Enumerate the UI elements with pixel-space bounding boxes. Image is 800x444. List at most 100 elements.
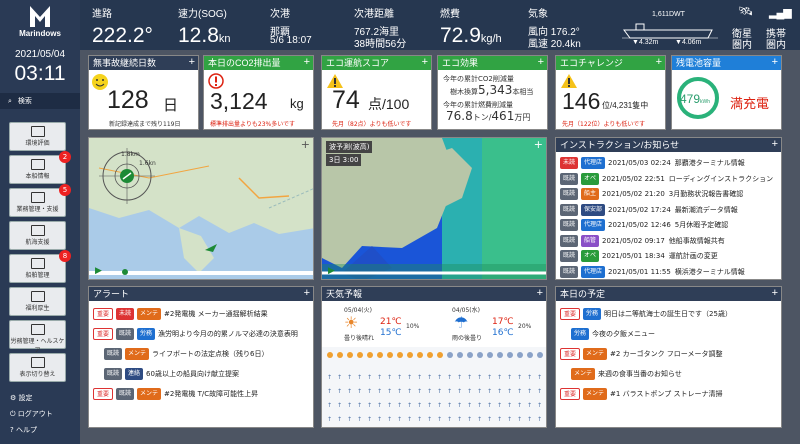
schedule-row[interactable]: 重要 メンテ #1 バラストポンプ ストレーナ清掃	[560, 387, 722, 402]
card-title: 天気予報	[326, 289, 363, 299]
yen-unit: 万円	[514, 113, 531, 122]
satellite-status: 🛰 衛星 圏内	[730, 0, 760, 51]
card-eco-effect[interactable]: エコ効果 + 今年の累計CO2削減量 樹木換算5,343本相当 今年の累計燃費削減…	[437, 55, 548, 130]
distance-label: 次港距離	[354, 9, 394, 20]
plus-icon[interactable]: +	[772, 287, 778, 300]
card-schedule[interactable]: 本日の予定 + 重要 労務 明日は二等航海士の誕生日です（25歳） 労務 今夜の夕飯メニュ…	[555, 286, 782, 428]
wind-arrow-icon: ↑	[427, 374, 432, 381]
menu-ship-management[interactable]: 船舶管理 8	[9, 250, 71, 283]
play-icon[interactable]: ▶	[95, 266, 102, 276]
menu-work-management[interactable]: 業務管理・支援 5	[9, 184, 71, 217]
next-port-eta: 5/6 18:07	[270, 35, 312, 46]
tag-badge: オペ	[581, 172, 600, 185]
current-time: 03:11	[14, 62, 66, 85]
battery-number: 479	[680, 92, 701, 106]
plus-icon[interactable]: +	[304, 287, 310, 300]
hourly-weather-icon	[487, 352, 493, 358]
hourly-weather-icon	[397, 352, 403, 358]
plus-icon[interactable]: +	[772, 138, 778, 151]
wind-arrow-icon: ↑	[337, 374, 342, 381]
tag-badge: メンテ	[125, 348, 150, 360]
menu-display-switch[interactable]: 表示切り替え	[9, 353, 66, 382]
menu-welfare[interactable]: 福利厚生	[9, 287, 66, 316]
wind-arrow-icon: ↑	[377, 374, 382, 381]
hourly-weather-icon	[447, 352, 453, 358]
hourly-weather-icon	[457, 352, 463, 358]
wind-arrow-icon: ↑	[357, 416, 362, 423]
card-no-accident[interactable]: 無事故継続日数 + 128 日 新記録達成まで残り119日	[88, 55, 199, 130]
course-label: 進路	[92, 9, 112, 20]
plus-icon[interactable]: +	[301, 138, 310, 151]
wind-arrow-icon: ↑	[327, 416, 332, 423]
settings-link[interactable]: ⚙ 設定	[10, 393, 33, 403]
logout-link[interactable]: ⏻ ログアウト	[10, 409, 53, 419]
card-co2[interactable]: 本日のCO2排出量 + 3,124 kg 標準排出量よりも23%多いです	[203, 55, 314, 130]
wind-arrow-icon: ↑	[517, 388, 522, 395]
plus-icon[interactable]: +	[538, 56, 544, 69]
notice-row[interactable]: 既読 代理店 2021/05/01 11:55 横浜港ターミナル情報	[560, 265, 745, 280]
help-link[interactable]: ? ヘルプ	[10, 425, 37, 435]
notice-row[interactable]: 既読 オペ 2021/05/02 22:51 ローディングインストラクション	[560, 172, 773, 187]
card-eco-challenge[interactable]: エコチャレンジ + 146 位/4,231隻中 先月（122位）よりも低いです	[555, 55, 666, 130]
notice-row[interactable]: 未読 代理店 2021/05/03 02:24 那覇港ターミナル情報	[560, 156, 745, 171]
card-nav-map[interactable]: 1.8km 1.6kn + ▶	[88, 137, 314, 280]
plus-icon[interactable]: +	[304, 56, 310, 69]
course-value: 222.2°	[92, 24, 153, 47]
card-alerts[interactable]: アラート + 重要 未読 メンテ #2発電機 メーカー通揺解析結果 重要 既読 労務 漁労明より…	[88, 286, 314, 428]
alert-row[interactable]: 既読 メンテ ライフボートの法定点検（残り6日）	[93, 347, 268, 362]
hourly-weather-icon	[467, 352, 473, 358]
fuel-unit: kg/h	[480, 33, 502, 45]
card-weather[interactable]: 天気予報 + 05/04(火) ☀ 曇り後晴れ 21℃ 15℃ 10% 04/05…	[321, 286, 547, 428]
plus-icon[interactable]: +	[656, 56, 662, 69]
logout-icon: ⏻	[10, 410, 16, 418]
card-notices[interactable]: インストラクション/お知らせ + 未読 代理店 2021/05/03 02:24 那覇港…	[555, 137, 782, 280]
schedule-row[interactable]: 重要 メンテ #2 カーゴタンク フローメータ調整	[560, 347, 723, 362]
nav-map[interactable]	[89, 138, 313, 279]
notice-row[interactable]: 既読 船主 2021/05/02 21:20 3月勤務状況報告書確認	[560, 187, 743, 202]
hourly-weather-icon	[377, 352, 383, 358]
badge: 5	[59, 184, 71, 196]
wind-arrow-icon: ↑	[477, 402, 482, 409]
wind-arrow-icon: ↑	[367, 416, 372, 423]
hourly-weather-icon	[347, 352, 353, 358]
schedule-row[interactable]: 労務 今夜の夕飯メニュー	[560, 327, 655, 342]
card-wave-map[interactable]: 波予測(波高) 3日 3:00 + ▶	[321, 137, 547, 280]
wind-arrow-icon: ↑	[397, 402, 402, 409]
no-accident-foot: 新記録達成まで残り119日	[109, 121, 181, 128]
notice-text: 5月休暇予定確認	[674, 221, 729, 229]
alert-row[interactable]: 既読 連絡 60歳以上の船員向け献立提案	[93, 367, 239, 382]
card-battery[interactable]: 残電池容量 + 479kWh 満充電	[671, 55, 782, 130]
menu-labor-healthcare[interactable]: 労務管理・ヘルスケア	[9, 320, 66, 354]
speed-readout: 速力(SOG) 12.8kn	[178, 0, 258, 50]
wind-arrow-icon: ↑	[437, 402, 442, 409]
schedule-row[interactable]: 重要 労務 明日は二等航海士の誕生日です（25歳）	[560, 307, 732, 322]
alert-row[interactable]: 重要 既読 メンテ #2発電機 T/C故障可能性上昇	[93, 387, 258, 402]
distance-readout: 次港距離 767.2海里 38時間56分	[354, 0, 434, 50]
search-button[interactable]: ⌕ 検索	[0, 93, 80, 109]
notice-row[interactable]: 既読 船管 2021/05/02 09:17 他船事故情報共有	[560, 234, 725, 249]
alert-row[interactable]: 重要 既読 労務 漁労明より今月の的累ノルマ必達の決意表明	[93, 327, 298, 342]
wind-arrow-icon: ↑	[327, 402, 332, 409]
notice-row[interactable]: 既読 代理店 2021/05/02 12:46 5月休暇予定確認	[560, 218, 728, 233]
schedule-row[interactable]: メンテ 来週の食事当番のお知らせ	[560, 367, 682, 382]
plus-icon[interactable]: +	[537, 287, 543, 300]
wind-arrow-icon: ↑	[487, 374, 492, 381]
help-icon: ?	[10, 426, 14, 434]
plus-icon[interactable]: +	[772, 56, 778, 69]
notice-time: 2021/05/02 17:24	[608, 205, 671, 214]
plus-icon[interactable]: +	[422, 56, 428, 69]
schedule-text: 明日は二等航海士の誕生日です（25歳）	[604, 310, 732, 318]
alert-row[interactable]: 重要 未読 メンテ #2発電機 メーカー通揺解析結果	[93, 307, 268, 322]
menu-environment[interactable]: 環境評価	[9, 122, 66, 151]
card-eco-score[interactable]: エコ運航スコア + 74 点/100 先月（82点）よりも低いです	[321, 55, 432, 130]
menu-navigation-support[interactable]: 航海支援	[9, 221, 66, 250]
notice-row[interactable]: 既読 オペ 2021/05/01 18:34 運航計画の変更	[560, 249, 718, 264]
wind-arrow-icon: ↑	[527, 388, 532, 395]
plus-icon[interactable]: +	[189, 56, 195, 69]
plus-icon[interactable]: +	[534, 138, 543, 151]
play-icon[interactable]: ▶	[328, 266, 335, 276]
menu-ship-info[interactable]: 本船情報 2	[9, 151, 71, 184]
ship-icon	[30, 159, 45, 170]
notice-row[interactable]: 既読 保安部 2021/05/02 17:24 最新潮流データ情報	[560, 203, 738, 218]
weather-day2-rain: 20%	[518, 323, 532, 330]
